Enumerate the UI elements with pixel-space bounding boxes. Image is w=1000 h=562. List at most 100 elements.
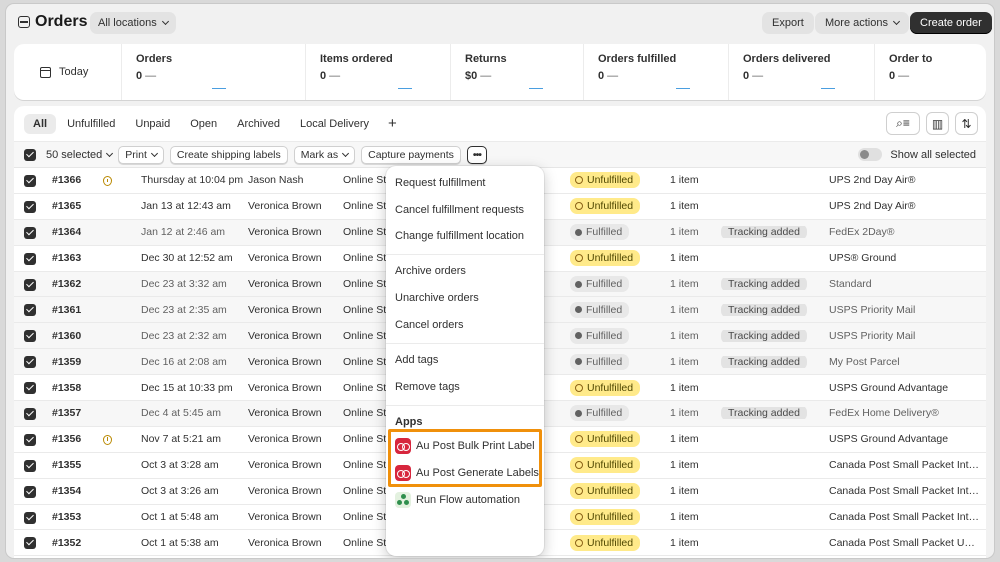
metric-card[interactable]: Orders 0— [122, 44, 306, 100]
menu-item-request-fulfillment[interactable]: Request fulfillment [395, 177, 486, 189]
items-count: 1 item [670, 303, 699, 316]
status-badge: Fulfilled [570, 327, 630, 344]
mark-as-button[interactable]: Mark as [293, 145, 356, 164]
metric-value: 0— [598, 70, 728, 82]
sparkline [821, 86, 835, 89]
create-shipping-labels-button[interactable]: Create shipping labels [169, 145, 288, 164]
order-number[interactable]: #1358 [52, 382, 81, 394]
menu-item-label: Change fulfillment location [395, 230, 525, 242]
row-checkbox[interactable] [24, 382, 36, 395]
status-badge-label: Unfulfilled [587, 200, 634, 213]
menu-item-cancel-orders[interactable]: Cancel orders [395, 319, 463, 331]
tab-local-delivery[interactable]: Local Delivery [291, 114, 378, 134]
sparkline [529, 86, 543, 89]
metric-value: 0— [136, 70, 305, 82]
more-bulk-actions-button[interactable]: ••• [466, 145, 487, 164]
tracking-badge: Tracking added [721, 226, 807, 239]
calendar-icon [40, 66, 51, 78]
order-number[interactable]: #1355 [52, 459, 81, 471]
row-checkbox[interactable] [24, 330, 36, 343]
metric-value: 0— [320, 70, 450, 82]
chevron-down-icon [342, 149, 350, 157]
print-button[interactable]: Print [118, 145, 164, 164]
order-number[interactable]: #1363 [52, 252, 81, 264]
metric-card[interactable]: Orders fulfilled 0— [584, 44, 729, 100]
order-number[interactable]: #1365 [52, 200, 81, 212]
row-checkbox[interactable] [24, 252, 36, 265]
status-badge: Fulfilled [570, 301, 630, 318]
order-number[interactable]: #1360 [52, 330, 81, 342]
metric-label: Orders delivered [743, 53, 831, 65]
more-actions-label: More actions [825, 17, 888, 29]
metric-card[interactable]: Orders delivered 0— [729, 44, 875, 100]
sort-button[interactable]: ⇅ [955, 112, 978, 135]
row-checkbox[interactable] [24, 433, 36, 446]
location-selector-button[interactable]: All locations [90, 12, 176, 34]
order-number[interactable]: #1354 [52, 485, 81, 497]
metric-card[interactable]: Items ordered 0— [306, 44, 451, 100]
date-range-button[interactable]: Today [14, 44, 122, 100]
add-view-button[interactable]: + [380, 115, 405, 132]
selection-count-button[interactable]: 50 selected [46, 149, 114, 161]
order-number[interactable]: #1356 [52, 433, 81, 445]
order-number[interactable]: #1359 [52, 356, 81, 368]
order-date: Dec 30 at 12:52 am [141, 252, 233, 265]
row-checkbox[interactable] [24, 304, 36, 317]
row-checkbox[interactable] [24, 200, 36, 213]
row-checkbox[interactable] [24, 459, 36, 472]
fulfillment-status: Fulfilled [570, 224, 630, 241]
row-checkbox[interactable] [24, 408, 36, 421]
row-checkbox[interactable] [24, 356, 36, 369]
menu-item-label: Unarchive orders [395, 292, 479, 304]
order-number[interactable]: #1353 [52, 511, 81, 523]
export-button[interactable]: Export [762, 12, 814, 34]
menu-item-add-tags[interactable]: Add tags [395, 354, 438, 366]
items-count: 1 item [670, 329, 699, 342]
order-number[interactable]: #1362 [52, 278, 81, 290]
order-number[interactable]: #1352 [52, 537, 81, 549]
order-number[interactable]: #1366 [52, 174, 81, 186]
metric-trend: — [329, 70, 341, 82]
order-number[interactable]: #1357 [52, 407, 81, 419]
more-actions-button[interactable]: More actions [815, 12, 909, 34]
capture-payments-button[interactable]: Capture payments [361, 145, 461, 164]
metric-card[interactable]: Returns $0— [451, 44, 584, 100]
status-badge-label: Unfulfilled [587, 536, 634, 549]
fulfillment-status: Unfulfilled [570, 250, 641, 267]
tab-all[interactable]: All [24, 113, 57, 134]
row-checkbox[interactable] [24, 278, 36, 291]
show-all-selected-toggle[interactable] [858, 148, 883, 161]
menu-item-archive-orders[interactable]: Archive orders [395, 265, 466, 277]
menu-item-change-fulfillment-location[interactable]: Change fulfillment location [395, 230, 524, 242]
metric-trend: — [752, 70, 764, 82]
search-filter-button[interactable]: ⌕≡ [886, 112, 920, 135]
metric-card[interactable]: Order to 0— [875, 44, 985, 100]
columns-button[interactable]: ▥ [926, 112, 949, 135]
select-all-checkbox[interactable] [24, 148, 36, 161]
menu-item-remove-tags[interactable]: Remove tags [395, 381, 460, 393]
order-number[interactable]: #1364 [52, 226, 81, 238]
tab-open[interactable]: Open [181, 114, 226, 134]
tracking-badge: Tracking added [721, 407, 807, 420]
row-checkbox[interactable] [24, 485, 36, 498]
row-checkbox[interactable] [24, 537, 36, 550]
menu-item-cancel-fulfillment-requests[interactable]: Cancel fulfillment requests [395, 204, 524, 216]
location-selector-label: All locations [98, 17, 157, 29]
create-order-button[interactable]: Create order [910, 12, 992, 34]
fulfillment-status: Unfulfilled [570, 172, 641, 189]
tracking-status: Tracking added [721, 226, 807, 239]
tab-archived[interactable]: Archived [228, 114, 289, 134]
tab-unpaid[interactable]: Unpaid [126, 114, 179, 134]
row-checkbox[interactable] [24, 175, 36, 187]
order-date: Dec 23 at 2:35 am [141, 303, 227, 316]
row-checkbox[interactable] [24, 226, 36, 239]
tab-unfulfilled[interactable]: Unfulfilled [58, 114, 124, 134]
fulfillment-status: Fulfilled [570, 301, 630, 318]
menu-item-run-flow-automation[interactable]: Run Flow automation [395, 492, 520, 508]
metric-value-number: 0 [743, 70, 750, 82]
customer-name: Veronica Brown [248, 485, 322, 498]
menu-item-unarchive-orders[interactable]: Unarchive orders [395, 292, 479, 304]
order-date: Dec 16 at 2:08 am [141, 355, 227, 368]
row-checkbox[interactable] [24, 511, 36, 524]
order-number[interactable]: #1361 [52, 304, 81, 316]
